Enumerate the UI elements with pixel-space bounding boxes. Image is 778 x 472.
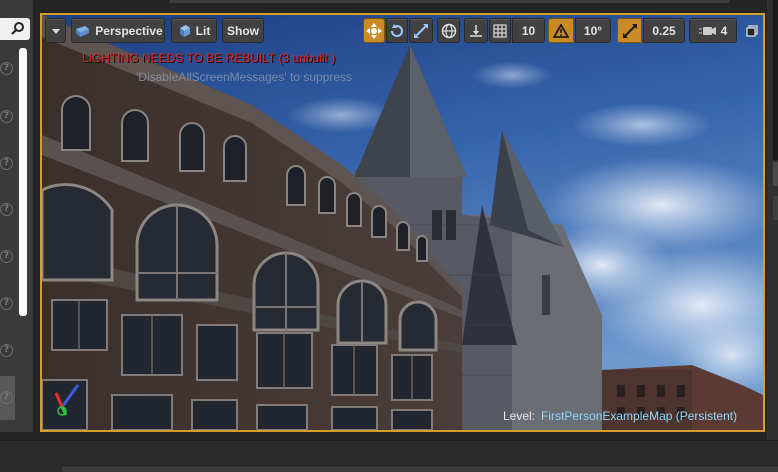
view-mode-lit-button[interactable]: Lit xyxy=(171,18,217,43)
details-scrollbar[interactable] xyxy=(19,48,27,316)
level-indicator: Level: FirstPersonExampleMap (Persistent) xyxy=(503,409,737,423)
perspective-label: Perspective xyxy=(95,23,163,38)
show-flags-button[interactable]: Show xyxy=(222,18,264,43)
suppress-messages-hint: 'DisableAllScreenMessages' to suppress xyxy=(136,70,353,84)
perspective-button[interactable]: Perspective xyxy=(71,18,165,43)
scale-mode-button[interactable] xyxy=(409,18,433,43)
world-space-button[interactable] xyxy=(437,18,460,43)
grid-snap-value-dropdown[interactable]: 10 xyxy=(512,18,545,43)
bottom-panel-tab-strip xyxy=(62,467,778,472)
perspective-cube-icon xyxy=(76,25,90,37)
editor-window: ? ? ? ? ? ? ? ? LIGHTING NEEDS TO BE REB… xyxy=(0,0,778,472)
help-icon[interactable]: ? xyxy=(0,62,13,75)
rotate-mode-button[interactable] xyxy=(386,18,408,43)
lit-label: Lit xyxy=(195,23,211,38)
surface-snapping-button[interactable] xyxy=(464,18,488,43)
grid-icon xyxy=(493,23,507,38)
level-name: FirstPersonExampleMap (Persistent) xyxy=(541,409,738,423)
help-icon[interactable]: ? xyxy=(0,110,13,123)
translate-mode-button[interactable] xyxy=(363,18,385,43)
details-search-field[interactable] xyxy=(0,18,30,40)
rotation-snap-value-dropdown[interactable]: 10° xyxy=(575,18,611,43)
grid-snap-value: 10 xyxy=(521,23,536,38)
scale-snap-value-dropdown[interactable]: 0.25 xyxy=(643,18,685,43)
right-panel-edge xyxy=(767,0,778,440)
camera-speed-value: 4 xyxy=(720,23,728,38)
rotation-snap-value: 10° xyxy=(583,23,603,38)
chevron-down-icon xyxy=(51,28,60,34)
maximize-icon xyxy=(746,24,758,37)
axis-gizmo-icon xyxy=(54,384,80,416)
lit-sphere-icon xyxy=(179,24,190,37)
help-icon[interactable]: ? xyxy=(0,297,13,310)
camera-speed-icon xyxy=(698,26,716,35)
surface-snap-icon xyxy=(470,24,482,37)
level-viewport[interactable]: LIGHTING NEEDS TO BE REBUILT (3 unbuilt … xyxy=(40,13,765,432)
details-panel: ? ? ? ? ? ? ? ? xyxy=(0,0,33,432)
rotation-snap-toggle[interactable] xyxy=(548,18,574,43)
search-icon xyxy=(11,22,24,35)
viewport-options-button[interactable] xyxy=(45,18,66,43)
globe-icon xyxy=(441,23,456,38)
maximize-viewport-button[interactable] xyxy=(742,18,762,43)
right-panel-tab[interactable] xyxy=(773,196,778,220)
top-tab-strip xyxy=(170,0,730,3)
scale-icon xyxy=(414,23,428,38)
right-scrollbar-track[interactable] xyxy=(773,0,778,160)
help-icon[interactable]: ? xyxy=(0,203,13,216)
scale-snap-toggle[interactable] xyxy=(617,18,642,43)
scale-snap-icon xyxy=(622,23,637,38)
right-panel-tab[interactable] xyxy=(773,162,778,186)
lighting-rebuild-warning: LIGHTING NEEDS TO BE REBUILT (3 unbuilt … xyxy=(82,51,336,65)
help-icon[interactable]: ? xyxy=(0,344,13,357)
move-icon xyxy=(366,22,382,39)
help-icon[interactable]: ? xyxy=(0,250,13,263)
show-label: Show xyxy=(227,23,259,38)
bottom-panel xyxy=(0,440,778,472)
rotate-icon xyxy=(390,23,403,37)
camera-speed-button[interactable]: 4 xyxy=(689,18,737,43)
grid-snap-toggle[interactable] xyxy=(489,18,511,43)
scale-snap-value: 0.25 xyxy=(652,23,676,38)
help-icon[interactable]: ? xyxy=(0,157,13,170)
help-icon[interactable]: ? xyxy=(0,391,13,404)
level-label: Level: xyxy=(503,409,536,423)
rotation-snap-icon xyxy=(553,23,569,38)
